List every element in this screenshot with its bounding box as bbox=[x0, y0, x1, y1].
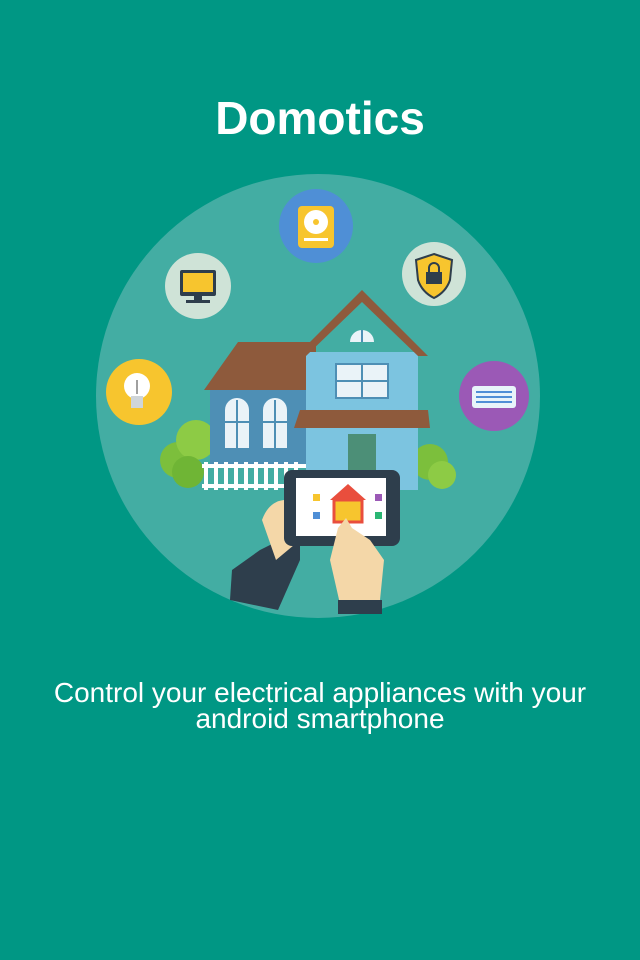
tagline-text: Control your electrical appliances with … bbox=[53, 677, 587, 734]
security-lock-icon bbox=[402, 242, 466, 306]
fan-icon bbox=[279, 189, 353, 263]
app-title: Domotics bbox=[215, 92, 425, 144]
light-bulb-icon bbox=[106, 359, 172, 425]
heater-icon bbox=[459, 361, 529, 431]
monitor-icon bbox=[165, 253, 231, 319]
smart-home-illustration bbox=[96, 174, 540, 618]
